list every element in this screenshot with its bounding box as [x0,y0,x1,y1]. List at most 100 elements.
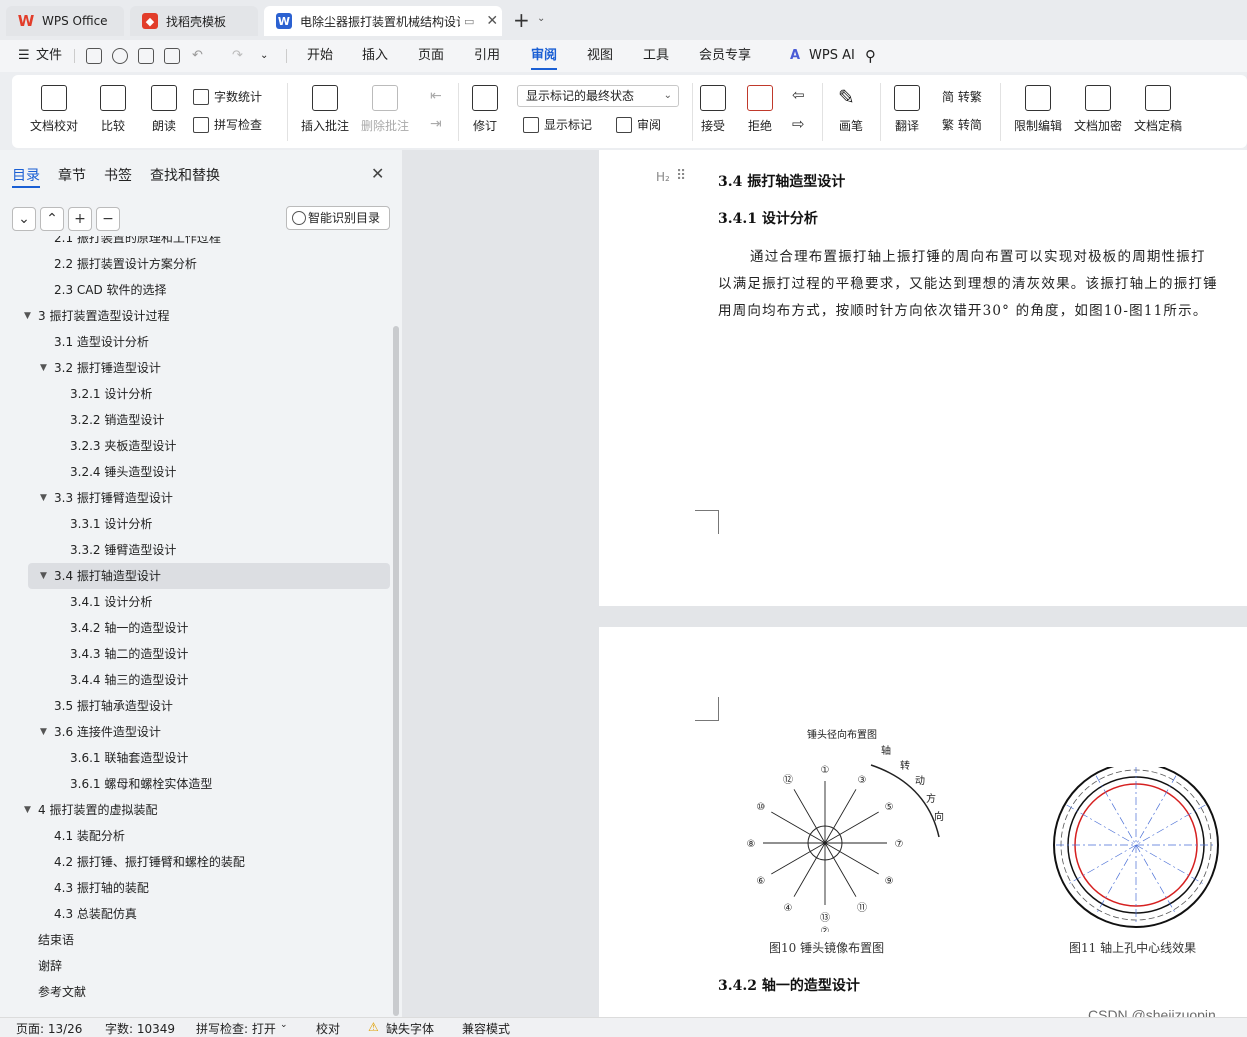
spell-check-button[interactable]: 拼写检查 [193,116,262,133]
toc-item[interactable]: 3.1 造型设计分析 [0,329,392,355]
expand-arrow-icon[interactable]: ▼ [40,719,47,745]
tab-document[interactable]: W 电除尘器振打装置机械结构设计 ▭ ✕ [264,6,502,36]
previous-comment-icon[interactable]: ⇤ [430,88,442,104]
toc-item[interactable]: 4.1 装配分析 [0,823,392,849]
chevron-down-icon[interactable]: ⌄ [537,13,545,24]
drag-handle-icon[interactable]: ⠿ [676,168,686,184]
accept-button[interactable]: 接受 [700,85,726,134]
compare-button[interactable]: 比较 [100,85,126,134]
add-heading-button[interactable]: + [68,207,92,231]
toc-item[interactable]: 2.2 振打装置设计方案分析 [0,251,392,277]
toc-item[interactable]: 3.4.4 轴三的造型设计 [0,667,392,693]
toc-item[interactable]: ▼ 3.6 连接件造型设计 [0,719,392,745]
tab-docer-templates[interactable]: ◆ 找稻壳模板 [130,6,258,36]
missing-font-status[interactable]: 缺失字体 [386,1020,434,1037]
print-preview-icon[interactable] [164,48,180,64]
toc-item[interactable]: ▼ 3 振打装置造型设计过程 [0,303,392,329]
expand-arrow-icon[interactable]: ▼ [24,797,31,823]
menu-references[interactable]: 引用 [474,40,500,72]
close-icon[interactable]: ✕ [371,164,384,183]
toc-item[interactable]: 2.3 CAD 软件的选择 [0,277,392,303]
share-icon[interactable] [112,48,128,64]
tab-toc[interactable]: 目录 [12,165,40,185]
track-changes-button[interactable]: 修订 [472,85,498,134]
markup-state-select[interactable]: 显示标记的最终状态 ⌄ [517,85,679,107]
expand-arrow-icon[interactable]: ▼ [40,485,47,511]
hamburger-icon[interactable]: ☰ [18,40,30,72]
toc-scrollbar[interactable] [393,326,399,1016]
toc-item[interactable]: 3.6.1 螺母和螺栓实体造型 [0,771,392,797]
menu-insert[interactable]: 插入 [362,40,388,72]
redo-icon[interactable]: ↷ [232,40,243,72]
search-icon[interactable]: ⚲ [865,40,876,72]
remove-heading-button[interactable]: − [96,207,120,231]
tab-find-replace[interactable]: 查找和替换 [150,165,220,185]
smart-toc-button[interactable]: 智能识别目录 [286,206,390,230]
toc-item[interactable]: 3.4.1 设计分析 [0,589,392,615]
close-tab-icon[interactable]: ✕ [486,13,498,29]
toc-item[interactable]: 4.3 振打轴的装配 [0,875,392,901]
expand-arrow-icon[interactable]: ▼ [40,355,47,381]
next-comment-icon[interactable]: ⇥ [430,116,442,132]
file-menu[interactable]: 文件 [36,40,62,72]
toc-item[interactable]: 3.2.4 锤头造型设计 [0,459,392,485]
toc-item[interactable]: 3.5 振打轴承造型设计 [0,693,392,719]
next-change-icon[interactable]: ⇨ [792,115,805,133]
word-count-indicator[interactable]: 字数: 10349 [105,1020,175,1037]
expand-down-button[interactable]: ⌄ [12,207,36,231]
menu-membership[interactable]: 会员专享 [699,40,751,72]
collapse-up-button[interactable]: ⌃ [40,207,64,231]
undo-icon[interactable]: ↶ [192,40,203,72]
wps-ai-button[interactable]: WPS AI [809,40,855,72]
toc-item[interactable]: 3.2.1 设计分析 [0,381,392,407]
review-pane-button[interactable]: 审阅 [616,116,661,133]
to-traditional-button[interactable]: 简 转繁 [942,88,982,105]
doc-check-button[interactable]: 文档校对 [30,85,78,134]
toc-item[interactable]: 3.2.3 夹板造型设计 [0,433,392,459]
tab-sections[interactable]: 章节 [58,165,86,185]
to-simplified-button[interactable]: 繁 转简 [942,116,982,133]
expand-arrow-icon[interactable]: ▼ [40,563,47,589]
tab-bookmarks[interactable]: 书签 [104,165,132,185]
toc-item[interactable]: 结束语 [0,927,392,953]
toc-item[interactable]: ▼ 3.2 振打锤造型设计 [0,355,392,381]
menu-page[interactable]: 页面 [418,40,444,72]
restrict-edit-button[interactable]: 限制编辑 [1014,85,1062,134]
toc-item[interactable]: 3.4.3 轴二的造型设计 [0,641,392,667]
spell-check-status[interactable]: 拼写检查: 打开 [196,1020,276,1037]
page-indicator[interactable]: 页面: 13/26 [16,1020,82,1037]
tab-wps-office[interactable]: W WPS Office [6,6,124,36]
delete-comment-button[interactable]: 删除批注 [361,85,409,134]
word-count-button[interactable]: 字数统计 [193,88,262,105]
expand-arrow-icon[interactable]: ▼ [24,303,31,329]
toc-item[interactable]: 3.3.2 锤臂造型设计 [0,537,392,563]
toc-item[interactable]: ▼ 3.4 振打轴造型设计 [28,563,390,589]
translate-button[interactable]: 翻译 [894,85,920,134]
show-markup-button[interactable]: 显示标记 [523,116,592,133]
toc-item[interactable]: 4.2 振打锤、振打锤臂和螺栓的装配 [0,849,392,875]
menu-home[interactable]: 开始 [307,40,333,72]
finalize-button[interactable]: 文档定稿 [1134,85,1182,134]
toc-item[interactable]: 3.2.2 销造型设计 [0,407,392,433]
save-icon[interactable] [86,48,102,64]
toc-item[interactable]: 4.3 总装配仿真 [0,901,392,927]
toc-item[interactable]: ▼ 4 振打装置的虚拟装配 [0,797,392,823]
toc-item[interactable]: 参考文献 [0,979,392,1005]
previous-change-icon[interactable]: ⇦ [792,86,805,104]
menu-view[interactable]: 视图 [587,40,613,72]
menu-tools[interactable]: 工具 [643,40,669,72]
pen-button[interactable]: ✎ 画笔 [838,85,864,134]
insert-comment-button[interactable]: 插入批注 [301,85,349,134]
toc-item[interactable]: ▼ 3.3 振打锤臂造型设计 [0,485,392,511]
chevron-down-icon[interactable]: ⌄ [260,40,268,72]
toc-item[interactable]: 3.6.1 联轴套造型设计 [0,745,392,771]
print-icon[interactable] [138,48,154,64]
reject-button[interactable]: 拒绝 [747,85,773,134]
toc-item[interactable]: 3.4.2 轴一的造型设计 [0,615,392,641]
encrypt-button[interactable]: 文档加密 [1074,85,1122,134]
toc-item[interactable]: 3.3.1 设计分析 [0,511,392,537]
read-aloud-button[interactable]: 朗读 [151,85,177,134]
toc-item[interactable]: 谢辞 [0,953,392,979]
toc-item[interactable]: 2.1 振打装置的原理和工作过程 [0,236,392,251]
proofread-status[interactable]: 校对 [316,1020,340,1037]
